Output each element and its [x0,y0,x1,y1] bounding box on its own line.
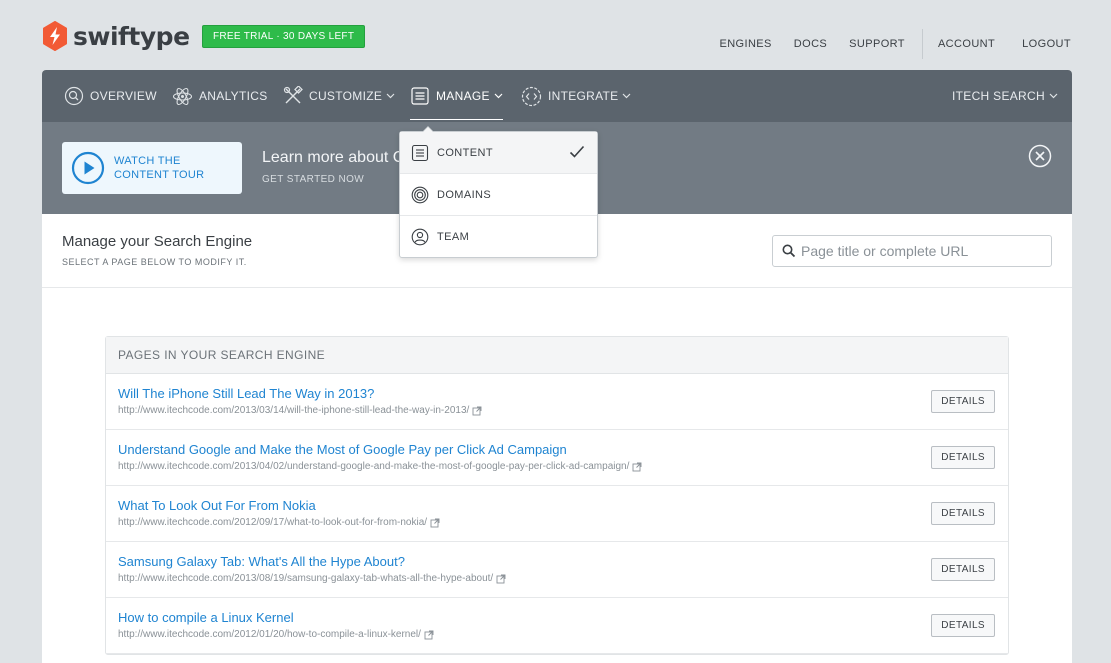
table-row: How to compile a Linux Kernel http://www… [106,598,1008,654]
page-title-link[interactable]: Understand Google and Make the Most of G… [118,442,567,457]
table-row: Understand Google and Make the Most of G… [106,430,1008,486]
details-button[interactable]: DETAILS [931,390,995,413]
logout-link[interactable]: LOGOUT [1022,38,1071,50]
nav-integrate-label: INTEGRATE [548,89,619,103]
external-link-icon[interactable] [430,518,440,528]
watch-tour-button[interactable]: WATCH THE CONTENT TOUR [62,142,242,194]
page-title: Manage your Search Engine [62,233,253,250]
brand-name: swiftype [73,21,190,51]
page-url: http://www.itechcode.com/2013/04/02/unde… [118,461,642,472]
nav-overview[interactable]: OVERVIEW [64,70,157,122]
page-url-text: http://www.itechcode.com/2012/09/17/what… [118,517,428,528]
document-icon [411,87,429,105]
code-circle-icon [521,86,542,106]
swiftype-logo[interactable]: swiftype [42,21,190,51]
engines-link[interactable]: ENGINES [719,38,771,50]
table-row: Will The iPhone Still Lead The Way in 20… [106,374,1008,430]
details-button[interactable]: DETAILS [931,502,995,525]
table-row: Samsung Galaxy Tab: What's All the Hype … [106,542,1008,598]
table-row: What To Look Out For From Nokia http://w… [106,486,1008,542]
nav-customize-label: CUSTOMIZE [309,89,383,103]
page-url: http://www.itechcode.com/2012/09/17/what… [118,517,440,528]
watch-tour-label: WATCH THE CONTENT TOUR [114,155,205,181]
trial-badge[interactable]: FREE TRIAL · 30 DAYS LEFT [202,25,366,48]
close-icon[interactable] [1028,144,1052,168]
top-links: ENGINES DOCS SUPPORT ACCOUNT LOGOUT [719,29,1071,59]
external-link-icon[interactable] [496,574,506,584]
top-header: swiftype FREE TRIAL · 30 DAYS LEFT ENGIN… [0,0,1111,70]
external-link-icon[interactable] [632,462,642,472]
engine-selector-label: ITECH SEARCH [952,89,1045,103]
atom-icon [172,87,193,105]
page-subtitle: SELECT A PAGE BELOW TO MODIFY IT. [62,257,247,267]
domains-icon [411,186,429,203]
checkmark-icon [569,145,585,158]
manage-dropdown-menu: CONTENT DOMAINS TEAM [399,126,598,258]
menu-item-label: TEAM [437,231,470,243]
nav-overview-label: OVERVIEW [90,89,157,103]
account-link[interactable]: ACCOUNT [938,38,995,50]
divider [921,29,923,59]
page-url-text: http://www.itechcode.com/2013/08/19/sams… [118,573,494,584]
page-title-link[interactable]: Will The iPhone Still Lead The Way in 20… [118,386,374,401]
page-url-text: http://www.itechcode.com/2012/01/20/how-… [118,629,421,640]
nav-integrate[interactable]: INTEGRATE [521,70,631,122]
page-search[interactable] [772,235,1052,267]
page-url-text: http://www.itechcode.com/2013/03/14/will… [118,405,470,416]
menu-item-domains[interactable]: DOMAINS [400,174,597,216]
engine-selector[interactable]: ITECH SEARCH [952,70,1058,122]
details-button[interactable]: DETAILS [931,614,995,637]
chevron-down-icon [1049,93,1058,99]
nav-manage[interactable]: MANAGE [410,70,503,122]
details-button[interactable]: DETAILS [931,558,995,581]
menu-item-team[interactable]: TEAM [400,216,597,258]
chevron-down-icon [494,93,503,99]
page-url: http://www.itechcode.com/2012/01/20/how-… [118,629,434,640]
search-icon [782,244,796,258]
bolt-logo-icon [43,21,67,51]
content-icon [411,144,429,161]
tour-title: Learn more about C [262,149,400,166]
docs-link[interactable]: DOCS [794,38,827,50]
search-circle-icon [64,86,84,106]
page-title-link[interactable]: Samsung Galaxy Tab: What's All the Hype … [118,554,405,569]
page-title-link[interactable]: What To Look Out For From Nokia [118,498,316,513]
play-icon [71,151,105,185]
search-input[interactable] [801,243,1041,259]
nav-manage-label: MANAGE [436,89,490,103]
chevron-down-icon [623,93,631,99]
page-url-text: http://www.itechcode.com/2013/04/02/unde… [118,461,630,472]
pages-table: PAGES IN YOUR SEARCH ENGINE Will The iPh… [105,336,1009,655]
team-icon [411,228,429,246]
external-link-icon[interactable] [424,630,434,640]
main-nav: OVERVIEW ANALYTICS CUSTOMIZE MANAGE INTE… [42,70,1072,122]
nav-analytics[interactable]: ANALYTICS [172,70,268,122]
menu-item-label: CONTENT [437,146,493,159]
nav-customize[interactable]: CUSTOMIZE [283,70,395,122]
menu-item-label: DOMAINS [437,188,492,201]
tools-icon [283,86,303,104]
support-link[interactable]: SUPPORT [849,38,905,50]
tour-subtitle-link[interactable]: GET STARTED NOW [262,174,364,185]
nav-analytics-label: ANALYTICS [199,89,268,103]
page-url: http://www.itechcode.com/2013/03/14/will… [118,405,482,416]
chevron-down-icon [386,93,395,99]
details-button[interactable]: DETAILS [931,446,995,469]
page-title-link[interactable]: How to compile a Linux Kernel [118,610,294,625]
page-url: http://www.itechcode.com/2013/08/19/sams… [118,573,506,584]
external-link-icon[interactable] [472,406,482,416]
pages-table-header: PAGES IN YOUR SEARCH ENGINE [106,337,1008,374]
menu-item-content[interactable]: CONTENT [400,132,597,174]
